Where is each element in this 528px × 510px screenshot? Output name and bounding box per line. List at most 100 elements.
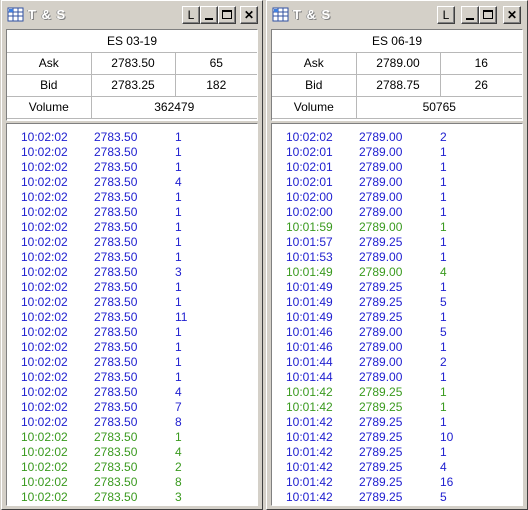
trade-price: 2789.00 (359, 340, 403, 354)
trade-row: 10:01:42 2789.25 1 (272, 445, 522, 460)
trade-size: 1 (175, 340, 182, 354)
bid-label: Bid (272, 73, 357, 97)
trade-tape[interactable]: 10:02:02 2789.00 2 10:02:01 2789.00 1 10:02:01… (271, 123, 523, 506)
trade-size: 1 (175, 325, 182, 339)
trade-size: 4 (440, 460, 447, 474)
trade-row: 10:02:00 2789.00 1 (272, 190, 522, 205)
bid-label: Bid (7, 73, 92, 97)
trade-price: 2783.50 (94, 220, 138, 234)
trade-size: 1 (175, 430, 182, 444)
trade-size: 1 (175, 220, 182, 234)
close-button[interactable]: ✕ (503, 6, 521, 24)
trade-price: 2789.25 (359, 490, 403, 504)
trade-size: 1 (440, 400, 447, 414)
trade-row: 10:01:42 2789.25 10 (272, 430, 522, 445)
trade-size: 8 (175, 415, 182, 429)
trade-price: 2783.50 (94, 355, 138, 369)
trade-row: 10:02:02 2783.50 1 (7, 190, 257, 205)
trade-time: 10:02:02 (21, 250, 68, 264)
trade-time: 10:01:42 (286, 445, 333, 459)
trade-row: 10:02:02 2783.50 1 (7, 355, 257, 370)
trade-size: 1 (175, 160, 182, 174)
trade-row: 10:01:42 2789.25 1 (272, 400, 522, 415)
volume-label: Volume (7, 95, 92, 119)
trade-size: 1 (175, 295, 182, 309)
trade-size: 1 (175, 235, 182, 249)
trade-price: 2783.50 (94, 145, 138, 159)
trade-price: 2789.00 (359, 325, 403, 339)
trade-size: 1 (440, 370, 447, 384)
trade-row: 10:01:46 2789.00 1 (272, 340, 522, 355)
maximize-button[interactable] (479, 6, 497, 24)
link-button[interactable]: L (437, 6, 455, 24)
trade-time: 10:02:02 (21, 370, 68, 384)
trade-row: 10:02:00 2789.00 1 (272, 205, 522, 220)
trade-time: 10:01:42 (286, 385, 333, 399)
trade-time: 10:02:00 (286, 205, 333, 219)
symbol-row: ES 06-19 (272, 30, 522, 53)
trade-price: 2783.50 (94, 205, 138, 219)
trade-row: 10:02:02 2783.50 1 (7, 250, 257, 265)
trade-time: 10:01:49 (286, 265, 333, 279)
trade-price: 2789.00 (359, 130, 403, 144)
trade-size: 3 (175, 265, 182, 279)
trade-row: 10:02:02 2783.50 2 (7, 460, 257, 475)
trade-size: 1 (175, 205, 182, 219)
trade-row: 10:02:02 2783.50 1 (7, 130, 257, 145)
trade-row: 10:02:02 2783.50 8 (7, 415, 257, 430)
ask-label: Ask (272, 51, 357, 75)
trade-size: 1 (440, 415, 447, 429)
trade-time: 10:02:02 (21, 265, 68, 279)
trade-time: 10:01:42 (286, 415, 333, 429)
ask-label: Ask (7, 51, 92, 75)
trade-row: 10:02:01 2789.00 1 (272, 175, 522, 190)
trade-time: 10:02:02 (21, 445, 68, 459)
trade-price: 2783.50 (94, 160, 138, 174)
trade-row: 10:02:02 2783.50 3 (7, 490, 257, 505)
trade-price: 2783.50 (94, 280, 138, 294)
trade-size: 1 (175, 130, 182, 144)
minimize-button[interactable] (461, 6, 479, 24)
trade-price: 2783.50 (94, 490, 138, 504)
trade-size: 1 (440, 205, 447, 219)
trade-row: 10:02:02 2783.50 7 (7, 400, 257, 415)
trade-row: 10:02:02 2783.50 4 (7, 385, 257, 400)
trade-time: 10:02:00 (286, 190, 333, 204)
trade-price: 2789.00 (359, 265, 403, 279)
trade-size: 8 (175, 475, 182, 489)
trade-row: 10:02:02 2783.50 1 (7, 370, 257, 385)
minimize-button[interactable] (200, 6, 218, 24)
trade-price: 2783.50 (94, 400, 138, 414)
trade-price: 2783.50 (94, 460, 138, 474)
trade-tape[interactable]: 10:02:02 2783.50 1 10:02:02 2783.50 1 10:02:02… (6, 123, 258, 506)
trade-size: 4 (440, 265, 447, 279)
ask-price: 2789.00 (355, 51, 441, 75)
trade-price: 2789.25 (359, 385, 403, 399)
trade-row: 10:02:02 2789.00 2 (272, 130, 522, 145)
trade-time: 10:02:02 (21, 400, 68, 414)
trade-time: 10:01:59 (286, 220, 333, 234)
trade-price: 2789.25 (359, 430, 403, 444)
trade-time: 10:02:01 (286, 145, 333, 159)
trade-size: 4 (175, 175, 182, 189)
ask-price: 2783.50 (90, 51, 176, 75)
trade-size: 1 (440, 190, 447, 204)
trade-row: 10:02:02 2783.50 4 (7, 175, 257, 190)
trade-row: 10:01:49 2789.00 4 (272, 265, 522, 280)
volume-row: Volume 50765 (272, 95, 522, 119)
maximize-icon (222, 10, 232, 19)
title-bar[interactable]: T & S L ✕ (4, 3, 260, 27)
link-button[interactable]: L (182, 6, 200, 24)
grid-app-icon (272, 7, 289, 22)
bid-price: 2783.25 (90, 73, 176, 97)
symbol-label[interactable]: ES 03-19 (7, 30, 257, 53)
title-bar[interactable]: T & S L ✕ (269, 3, 525, 27)
maximize-button[interactable] (218, 6, 236, 24)
symbol-label[interactable]: ES 06-19 (272, 30, 522, 53)
close-button[interactable]: ✕ (240, 6, 258, 24)
trade-size: 4 (175, 385, 182, 399)
time-and-sales-window-es-06-19: T & S L ✕ ES 06-19 Ask 2789.00 16 Bid 27… (266, 0, 528, 510)
trade-time: 10:02:02 (21, 205, 68, 219)
quote-table: ES 03-19 Ask 2783.50 65 Bid 2783.25 182 … (7, 30, 257, 119)
trade-time: 10:01:44 (286, 370, 333, 384)
